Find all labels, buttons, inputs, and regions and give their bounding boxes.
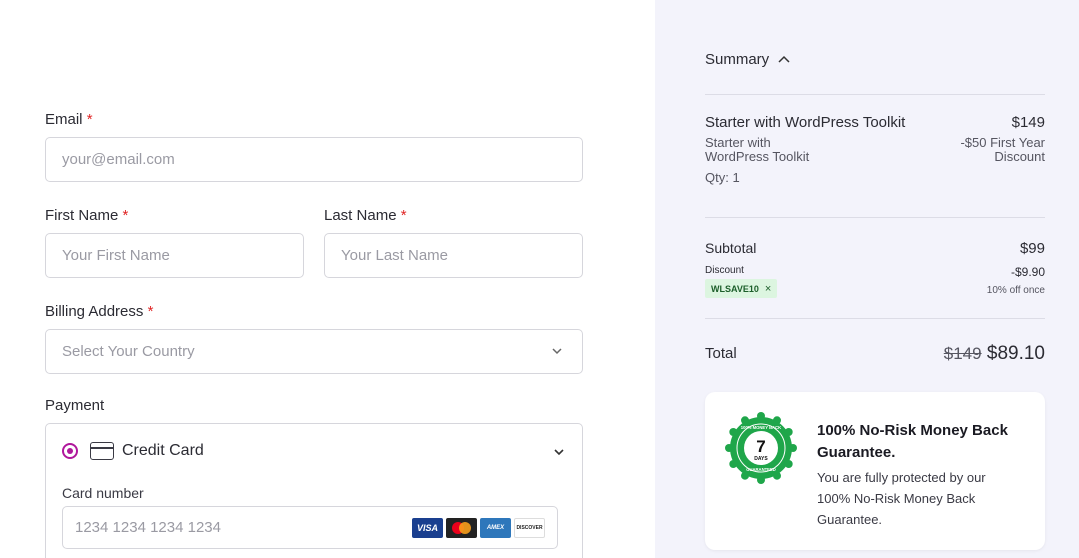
checkout-form: Email * First Name * Last Name * Billing… bbox=[0, 0, 655, 558]
subtotal-value: $99 bbox=[1019, 240, 1045, 257]
chevron-up-icon bbox=[778, 55, 790, 63]
total-label: Total bbox=[705, 345, 737, 362]
discount-value: -$9.90 bbox=[1010, 265, 1045, 279]
email-label: Email * bbox=[45, 111, 93, 128]
item-discount-note: -$50 First Year Discount bbox=[905, 136, 1045, 164]
payment-method-panel: Credit Card Card number 1234 1234 1234 1… bbox=[45, 423, 583, 558]
billing-address-label-text: Billing Address bbox=[45, 303, 144, 320]
credit-card-icon bbox=[90, 442, 114, 460]
country-select-placeholder: Select Your Country bbox=[62, 343, 195, 360]
total-original-price: $149 bbox=[943, 344, 982, 363]
divider bbox=[705, 318, 1045, 319]
billing-address-label: Billing Address * bbox=[45, 303, 153, 320]
required-mark: * bbox=[86, 111, 93, 128]
chevron-down-icon[interactable] bbox=[552, 445, 566, 459]
subtotal-label: Subtotal bbox=[705, 240, 757, 256]
item-discount-line: Discount bbox=[994, 149, 1045, 164]
divider bbox=[705, 217, 1045, 218]
badge-ring-bottom: GUARANTEED bbox=[746, 467, 776, 472]
discover-logo-icon: DISCOVER bbox=[514, 518, 545, 538]
item-quantity: Qty: 1 bbox=[705, 170, 740, 185]
card-brand-logos: VISA AMEX DISCOVER bbox=[412, 518, 545, 538]
required-mark: * bbox=[122, 207, 129, 224]
last-name-label-text: Last Name bbox=[324, 207, 397, 224]
guarantee-card: 7 DAYS 100% MONEY BACK GUARANTEED 100% N… bbox=[705, 392, 1045, 550]
summary-toggle[interactable]: Summary bbox=[705, 51, 791, 68]
item-name: Starter with WordPress Toolkit bbox=[705, 114, 906, 131]
item-discount-line: -$50 First Year bbox=[960, 135, 1045, 150]
badge-unit: DAYS bbox=[754, 456, 768, 462]
guarantee-title: 100% No-Risk Money Back Guarantee. bbox=[817, 422, 1008, 461]
badge-ring-top: 100% MONEY BACK bbox=[741, 425, 781, 430]
coupon-note: 10% off once bbox=[986, 285, 1045, 296]
credit-card-label[interactable]: Credit Card bbox=[122, 442, 204, 460]
visa-logo-icon: VISA bbox=[412, 518, 443, 538]
item-subtitle-line: WordPress Toolkit bbox=[705, 149, 810, 164]
credit-card-radio[interactable] bbox=[62, 443, 78, 459]
card-number-label: Card number bbox=[62, 485, 144, 501]
badge-number: 7 bbox=[756, 437, 765, 456]
item-subtitle-line: Starter with bbox=[705, 135, 771, 150]
total-final-price: $89.10 bbox=[986, 343, 1045, 364]
first-name-field[interactable] bbox=[45, 233, 304, 278]
country-select[interactable]: Select Your Country bbox=[45, 329, 583, 374]
chevron-down-icon bbox=[552, 348, 562, 355]
discount-label: Discount bbox=[705, 265, 744, 276]
mastercard-logo-icon bbox=[446, 518, 477, 538]
first-name-label: First Name * bbox=[45, 207, 128, 224]
guarantee-description: You are fully protected by our 100% No-R… bbox=[817, 470, 986, 527]
item-price: $149 bbox=[1011, 114, 1045, 131]
required-mark: * bbox=[147, 303, 154, 320]
summary-title: Summary bbox=[705, 51, 770, 68]
amex-logo-icon: AMEX bbox=[480, 518, 511, 538]
card-number-field[interactable]: 1234 1234 1234 1234 VISA AMEX DISCOVER bbox=[62, 506, 558, 549]
card-number-placeholder: 1234 1234 1234 1234 bbox=[75, 519, 221, 536]
email-label-text: Email bbox=[45, 111, 83, 128]
last-name-label: Last Name * bbox=[324, 207, 407, 224]
coupon-tag: WLSAVE10 × bbox=[705, 279, 778, 298]
money-back-badge-icon: 7 DAYS 100% MONEY BACK GUARANTEED bbox=[725, 412, 797, 484]
close-icon[interactable]: × bbox=[765, 283, 771, 295]
required-mark: * bbox=[400, 207, 407, 224]
first-name-label-text: First Name bbox=[45, 207, 119, 224]
total-price: $149 $89.10 bbox=[905, 343, 1045, 365]
divider bbox=[705, 94, 1045, 95]
item-subtitle: Starter with WordPress Toolkit bbox=[705, 136, 809, 164]
last-name-field[interactable] bbox=[324, 233, 583, 278]
email-field[interactable] bbox=[45, 137, 583, 182]
payment-label: Payment bbox=[45, 397, 105, 414]
coupon-code: WLSAVE10 bbox=[711, 283, 759, 294]
